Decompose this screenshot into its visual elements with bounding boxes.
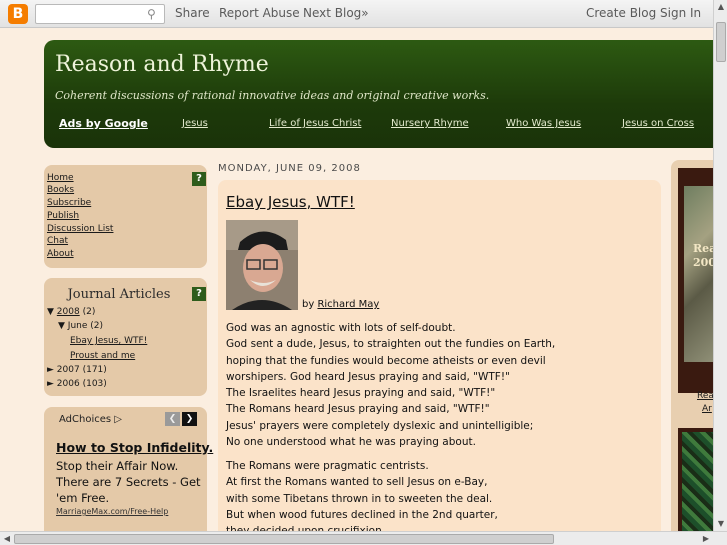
collapse-toggle-icon[interactable]: ▼ bbox=[47, 307, 54, 317]
post-paragraph: The Romans were pragmatic centrists. At … bbox=[226, 460, 498, 537]
sign-in-link[interactable]: Sign In bbox=[660, 6, 701, 20]
next-blog-link[interactable]: Next Blog» bbox=[303, 6, 369, 20]
archive-post-item: Ebay Jesus, WTF! bbox=[70, 336, 147, 346]
ads-by-google-link[interactable]: Ads by Google bbox=[59, 117, 148, 130]
horizontal-scrollbar[interactable]: ◀ ▶ bbox=[0, 531, 727, 545]
ad-link-jesus[interactable]: Jesus bbox=[182, 118, 208, 129]
author-photo bbox=[226, 220, 298, 310]
report-abuse-link[interactable]: Report Abuse bbox=[219, 6, 300, 20]
scroll-down-icon[interactable]: ▼ bbox=[716, 519, 726, 529]
blog-description: Coherent discussions of rational innovat… bbox=[55, 89, 490, 102]
expand-toggle-icon[interactable]: ► bbox=[47, 365, 54, 375]
archive-year-2008: ▼ 2008 (2) bbox=[47, 307, 95, 317]
adchoices-label[interactable]: AdChoices ▷ bbox=[59, 414, 122, 425]
book-cover-image[interactable] bbox=[682, 432, 713, 532]
blogger-logo-icon[interactable]: B bbox=[8, 4, 28, 24]
archive-count: (171) bbox=[82, 365, 107, 375]
blog-title[interactable]: Reason and Rhyme bbox=[55, 52, 269, 77]
ad-link-life-of-jesus[interactable]: Life of Jesus Christ bbox=[269, 118, 361, 129]
archive-count: (2) bbox=[90, 321, 104, 331]
ad-link-who-was-jesus[interactable]: Who Was Jesus bbox=[506, 118, 581, 129]
ad-link-jesus-on-cross[interactable]: Jesus on Cross bbox=[622, 118, 694, 129]
ad-title-link[interactable]: How to Stop Infidelity. bbox=[56, 440, 213, 455]
ad-url-link[interactable]: MarriageMax.com/Free-Help bbox=[56, 507, 168, 516]
archive-link-june[interactable]: June bbox=[68, 321, 88, 331]
right-sidebar: Rea 200 Rea Ar bbox=[671, 160, 716, 532]
blogger-navbar: B ⚲ Share Report Abuse Next Blog» Create… bbox=[0, 0, 713, 28]
author-link[interactable]: Richard May bbox=[317, 299, 379, 310]
ad-next-button[interactable]: ❯ bbox=[182, 412, 197, 426]
post-title-link[interactable]: Ebay Jesus, WTF! bbox=[226, 193, 355, 211]
archive-link-2008[interactable]: 2008 bbox=[57, 307, 80, 317]
book-cover-image[interactable] bbox=[684, 186, 713, 362]
archive-post-link[interactable]: Proust and me bbox=[70, 351, 135, 361]
help-icon[interactable]: ? bbox=[192, 287, 206, 301]
ad-text: Stop their Affair Now. There are 7 Secre… bbox=[56, 459, 201, 505]
archive-post-link[interactable]: Ebay Jesus, WTF! bbox=[70, 336, 147, 346]
help-icon[interactable]: ? bbox=[192, 172, 206, 186]
scroll-left-icon[interactable]: ◀ bbox=[2, 534, 12, 544]
archive-year-2006: ► 2006 (103) bbox=[47, 379, 107, 389]
archive-link-2006[interactable]: 2006 bbox=[57, 379, 80, 389]
archive-count: (103) bbox=[82, 379, 107, 389]
search-box: ⚲ bbox=[35, 4, 165, 24]
nav-subscribe[interactable]: Subscribe bbox=[47, 198, 91, 208]
archive-month-june: ▼ June (2) bbox=[58, 321, 103, 331]
collapse-toggle-icon[interactable]: ▼ bbox=[58, 321, 65, 331]
create-blog-link[interactable]: Create Blog bbox=[586, 6, 656, 20]
archive-year-2007: ► 2007 (171) bbox=[47, 365, 107, 375]
nav-publish[interactable]: Publish bbox=[47, 211, 79, 221]
share-link[interactable]: Share bbox=[175, 6, 210, 20]
post-byline: by Richard May bbox=[302, 299, 380, 310]
nav-home[interactable]: Home bbox=[47, 173, 74, 183]
nav-books[interactable]: Books bbox=[47, 185, 74, 195]
nav-about[interactable]: About bbox=[47, 249, 74, 259]
search-icon[interactable]: ⚲ bbox=[147, 7, 161, 21]
archive-link-2007[interactable]: 2007 bbox=[57, 365, 80, 375]
blog-post: Ebay Jesus, WTF! by Richard May God was … bbox=[218, 180, 661, 540]
right-link[interactable]: Rea bbox=[697, 391, 714, 401]
right-link[interactable]: Ar bbox=[702, 404, 712, 414]
nav-chat[interactable]: Chat bbox=[47, 236, 68, 246]
search-input[interactable] bbox=[36, 5, 144, 23]
nav-discussion-list[interactable]: Discussion List bbox=[47, 224, 113, 234]
blog-header: Reason and Rhyme Coherent discussions of… bbox=[44, 40, 713, 148]
sidebar-nav-box: ? Home Books Subscribe Publish Discussio… bbox=[44, 165, 207, 268]
scroll-up-icon[interactable]: ▲ bbox=[716, 2, 726, 12]
sidebar-ad-box: AdChoices ▷ ❮ ❯ How to Stop Infidelity. … bbox=[44, 407, 213, 532]
archive-post-item: Proust and me bbox=[70, 351, 135, 361]
scroll-thumb[interactable] bbox=[716, 22, 726, 62]
ad-prev-button[interactable]: ❮ bbox=[165, 412, 180, 426]
ad-link-nursery-rhyme[interactable]: Nursery Rhyme bbox=[391, 118, 469, 129]
blog-archive-box: Journal Articles ? ▼ 2008 (2) ▼ June (2)… bbox=[44, 278, 207, 396]
post-date-header: MONDAY, JUNE 09, 2008 bbox=[218, 163, 361, 174]
archive-count: (2) bbox=[82, 307, 96, 317]
expand-toggle-icon[interactable]: ► bbox=[47, 379, 54, 389]
scroll-thumb[interactable] bbox=[14, 534, 554, 544]
adchoices-icon: ▷ bbox=[114, 414, 122, 425]
archive-title: Journal Articles bbox=[67, 287, 171, 302]
scroll-right-icon[interactable]: ▶ bbox=[701, 534, 711, 544]
post-paragraph: God was an agnostic with lots of self-do… bbox=[226, 322, 556, 449]
vertical-scrollbar[interactable]: ▲ ▼ bbox=[713, 0, 727, 531]
